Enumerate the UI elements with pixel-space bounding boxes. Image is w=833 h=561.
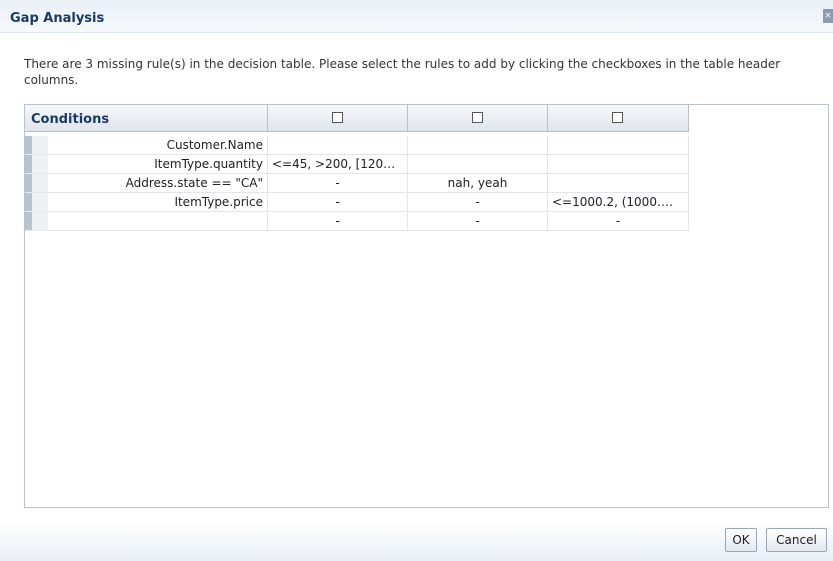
dialog-footer [0,522,833,561]
gap-analysis-dialog: Gap Analysis × There are 3 missing rule(… [0,0,833,561]
rule-cell[interactable]: - [268,212,408,231]
rule-cell[interactable] [408,155,548,174]
row-handle[interactable] [25,174,48,193]
table-row[interactable]: ItemType.quantity <=45, >200, [120… [25,155,689,174]
rule-cell[interactable]: <=45, >200, [120… [268,155,408,174]
rule-3-checkbox[interactable] [612,112,623,123]
table-row[interactable]: Address.state == "CA" - nah, yeah [25,174,689,193]
condition-label: Customer.Name [48,136,268,155]
conditions-header: Conditions [25,105,268,132]
cancel-button[interactable]: Cancel [766,528,827,552]
row-handle[interactable] [25,193,48,212]
dialog-title: Gap Analysis [10,11,105,26]
rule-1-header [268,105,408,132]
rule-cell[interactable]: - [548,212,689,231]
decision-table: Conditions Customer.Name ItemType.quanti… [24,104,829,508]
rule-2-header [408,105,548,132]
condition-label [48,212,268,231]
dialog-title-bar[interactable]: Gap Analysis × [0,0,833,33]
condition-label: ItemType.quantity [48,155,268,174]
rule-cell[interactable] [268,136,408,155]
rule-cell[interactable]: - [268,174,408,193]
close-icon[interactable]: × [823,9,833,23]
row-handle[interactable] [25,212,48,231]
rule-cell[interactable]: nah, yeah [408,174,548,193]
rule-1-checkbox[interactable] [331,112,343,123]
rule-cell[interactable] [408,136,548,155]
rule-cell[interactable]: <=1000.2, (1000…. [548,193,689,212]
rule-cell[interactable] [548,174,689,193]
table-row[interactable]: Customer.Name [25,136,689,155]
ok-button[interactable]: OK [725,528,757,552]
row-handle[interactable] [25,155,48,174]
rule-cell[interactable] [548,136,689,155]
rule-cell[interactable]: - [268,193,408,212]
rule-2-checkbox[interactable] [471,112,483,123]
condition-label: ItemType.price [48,193,268,212]
gap-message: There are 3 missing rule(s) in the decis… [24,57,781,87]
rule-cell[interactable]: - [408,212,548,231]
table-row[interactable]: ItemType.price - - <=1000.2, (1000…. [25,193,689,212]
rule-cell[interactable]: - [408,193,548,212]
table-row[interactable]: - - - [25,212,689,231]
condition-label: Address.state == "CA" [48,174,268,193]
rule-cell[interactable] [548,155,689,174]
row-handle[interactable] [25,136,48,155]
rule-3-header [548,105,689,132]
